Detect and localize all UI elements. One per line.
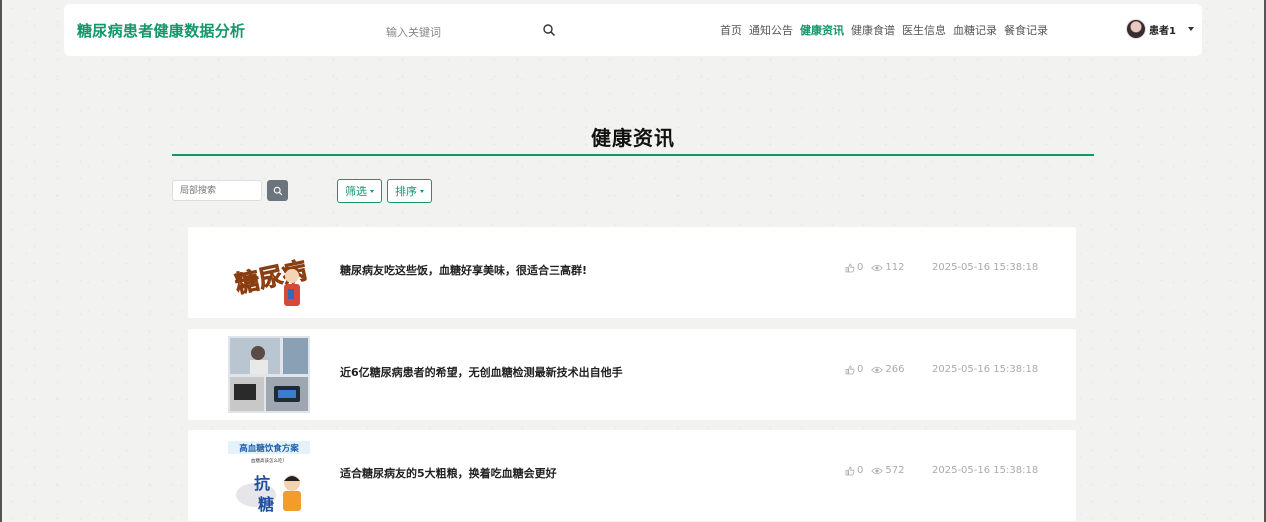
nav-doctor-info[interactable]: 医生信息 — [902, 22, 946, 38]
article-thumbnail — [228, 336, 310, 413]
thumb-big-text-1: 抗 — [254, 474, 270, 493]
view-count: 572 — [885, 465, 905, 476]
like-count: 0 — [857, 262, 864, 273]
article-card[interactable]: 近6亿糖尿病患者的希望，无创血糖检测最新技术出自他手 0 266 2025-05… — [188, 329, 1076, 420]
nav-health-news[interactable]: 健康资讯 — [800, 22, 844, 38]
like-count: 0 — [857, 465, 864, 476]
nav-notices[interactable]: 通知公告 — [749, 22, 793, 38]
view-count: 266 — [885, 364, 905, 375]
top-navbar: 糖尿病患者健康数据分析 首页 通知公告 健康资讯 健康食谱 医生信息 血糖记录 … — [64, 4, 1202, 56]
title-divider — [172, 154, 1094, 156]
view-count: 112 — [885, 262, 905, 273]
article-stats: 0 112 — [845, 262, 912, 273]
article-date: 2025-05-16 15:38:18 — [932, 364, 1039, 375]
thumb-text: 高血糖饮食方案 — [239, 443, 299, 454]
search-icon[interactable] — [542, 23, 556, 37]
chevron-down-icon — [1187, 27, 1194, 31]
article-title[interactable]: 近6亿糖尿病患者的希望，无创血糖检测最新技术出自他手 — [340, 364, 623, 380]
header-search — [386, 21, 556, 39]
thumbs-up-icon[interactable] — [845, 466, 855, 476]
thumbs-up-icon[interactable] — [845, 365, 855, 375]
caret-down-icon — [420, 189, 424, 193]
nav-health-recipes[interactable]: 健康食谱 — [851, 22, 895, 38]
local-search-input[interactable] — [172, 180, 262, 201]
article-date: 2025-05-16 15:38:18 — [932, 262, 1039, 273]
eye-icon — [871, 264, 884, 271]
user-name: 患者1 — [1149, 25, 1176, 37]
article-stats: 0 266 — [845, 364, 912, 375]
article-card[interactable]: 糖尿病 糖尿病友吃这些⁠饭，血糖好享美味，很适合三高群! 0 112 2025-… — [188, 227, 1076, 318]
nav-glucose-records[interactable]: 血糖记录 — [953, 22, 997, 38]
main-nav: 首页 通知公告 健康资讯 健康食谱 医生信息 血糖记录 餐食记录 — [720, 22, 1055, 38]
filter-label: 筛选 — [345, 185, 367, 198]
page-title: 健康资讯 — [591, 126, 675, 150]
thumb-subtext: 血糖高该怎么吃！ — [251, 457, 287, 464]
article-stats: 0 572 — [845, 465, 912, 476]
eye-icon — [871, 366, 884, 373]
article-thumbnail: 高血糖饮食方案 血糖高该怎么吃！ 抗 糖 — [228, 437, 310, 514]
filter-dropdown-button[interactable]: 筛选 — [337, 179, 382, 203]
keyword-search-input[interactable] — [386, 26, 526, 39]
glucose-device-photo — [228, 336, 310, 413]
like-count: 0 — [857, 364, 864, 375]
site-brand[interactable]: 糖尿病患者健康数据分析 — [77, 20, 245, 41]
local-search-button[interactable] — [267, 180, 288, 201]
thumb-big-text-2: 糖 — [258, 495, 274, 514]
caret-down-icon — [370, 189, 374, 193]
article-date: 2025-05-16 15:38:18 — [932, 465, 1039, 476]
diabetes-illustration: 糖尿病 — [228, 234, 310, 311]
sort-dropdown-button[interactable]: 排序 — [387, 179, 432, 203]
window-left-edge — [0, 0, 2, 522]
sort-label: 排序 — [395, 185, 417, 198]
nav-meal-records[interactable]: 餐食记录 — [1004, 22, 1048, 38]
user-menu[interactable]: 患者1 — [1126, 19, 1194, 39]
avatar — [1126, 19, 1146, 39]
article-title[interactable]: 糖尿病友吃这些⁠饭，血糖好享美味，很适合三高群! — [340, 262, 587, 278]
eye-icon — [871, 467, 884, 474]
article-title[interactable]: 适合糖尿病友的5大粗粮，换着吃血糖会更好 — [340, 465, 557, 481]
article-card[interactable]: 高血糖饮食方案 血糖高该怎么吃！ 抗 糖 适合糖尿病友的5大粗粮，换着吃血糖会更… — [188, 430, 1076, 521]
search-icon — [273, 186, 282, 195]
nav-home[interactable]: 首页 — [720, 22, 742, 38]
article-thumbnail: 糖尿病 — [228, 234, 310, 311]
anti-sugar-illustration: 高血糖饮食方案 血糖高该怎么吃！ 抗 糖 — [228, 437, 310, 514]
thumbs-up-icon[interactable] — [845, 263, 855, 273]
